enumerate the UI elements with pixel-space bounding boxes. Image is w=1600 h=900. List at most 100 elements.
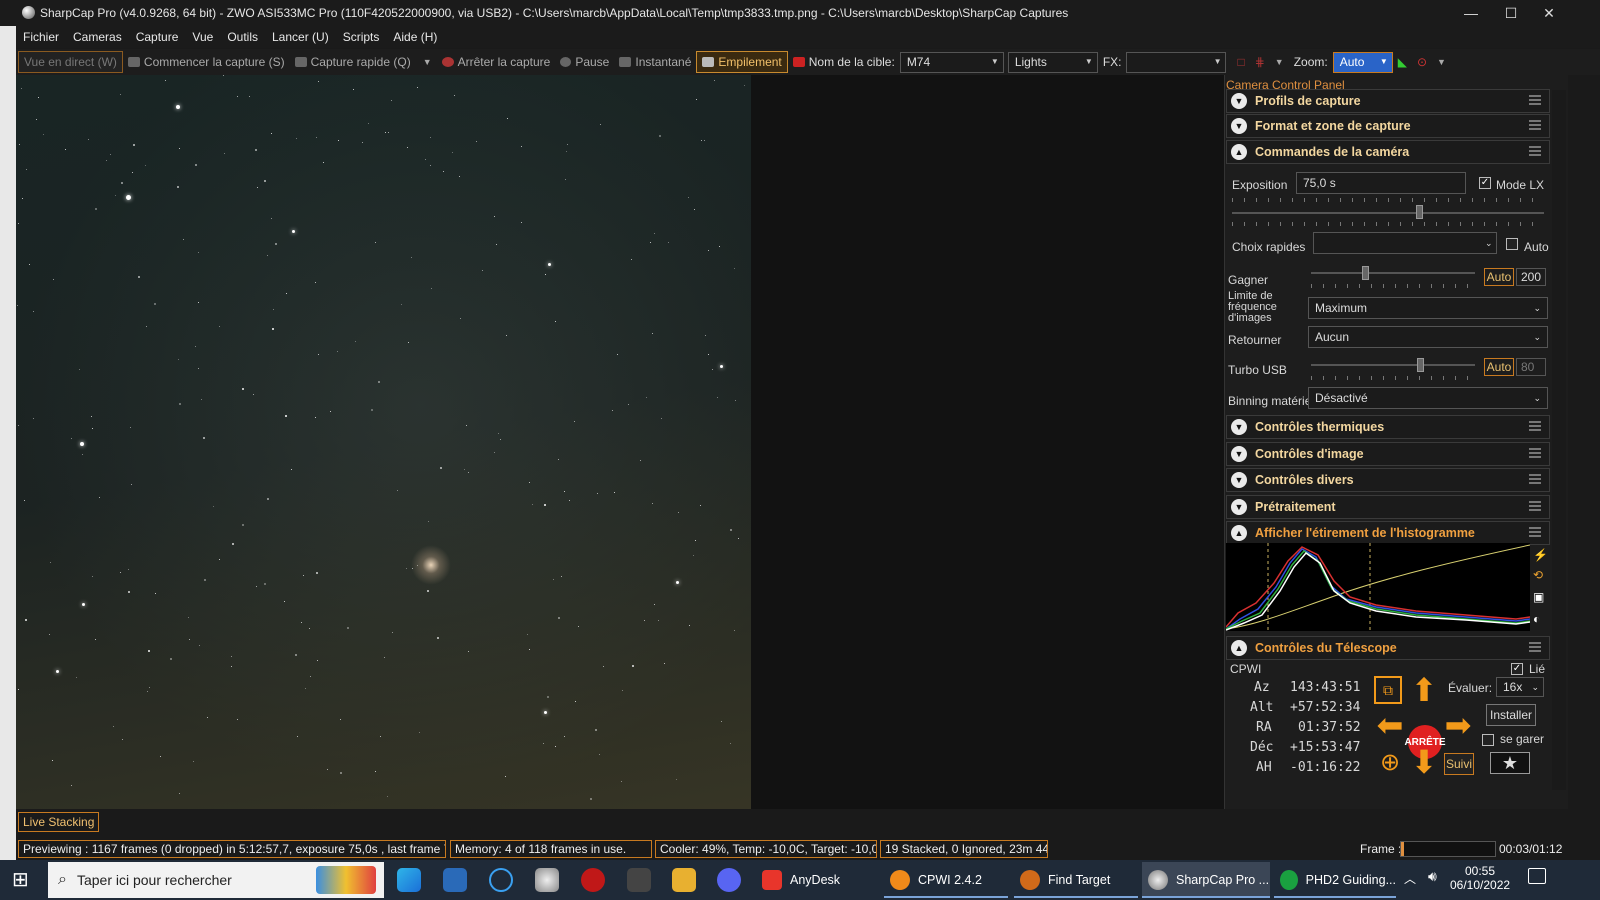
menu-icon[interactable] bbox=[1529, 421, 1541, 431]
star-app-icon[interactable] bbox=[627, 868, 651, 892]
discord-icon[interactable] bbox=[717, 868, 741, 892]
maximize-button[interactable]: ☐ bbox=[1492, 0, 1530, 26]
section-capture-format[interactable]: ▼ Format et zone de capture bbox=[1226, 114, 1550, 138]
stop-capture-button[interactable]: Arrêter la capture bbox=[437, 51, 556, 73]
notification-icon[interactable] bbox=[1528, 868, 1546, 884]
magnifier-icon[interactable]: ⊙ bbox=[1412, 51, 1432, 73]
exposure-slider-thumb[interactable] bbox=[1416, 205, 1423, 219]
menu-cameras[interactable]: Cameras bbox=[66, 30, 129, 44]
usb-turbo-auto-button[interactable]: Auto bbox=[1484, 358, 1514, 376]
start-capture-button[interactable]: Commencer la capture (S) bbox=[123, 51, 290, 73]
gain-auto-button[interactable]: Auto bbox=[1484, 268, 1514, 286]
menu-lancer[interactable]: Lancer (U) bbox=[265, 30, 336, 44]
gain-slider-thumb[interactable] bbox=[1362, 266, 1369, 280]
menu-icon[interactable] bbox=[1529, 146, 1541, 156]
section-preprocessing[interactable]: ▼ Prétraitement bbox=[1226, 495, 1550, 519]
taskbar-clock[interactable]: 00:55 06/10/2022 bbox=[1450, 864, 1510, 892]
panel-scrollbar[interactable] bbox=[1552, 90, 1566, 790]
menu-icon[interactable] bbox=[1529, 527, 1541, 537]
menu-outils[interactable]: Outils bbox=[220, 30, 265, 44]
section-thermal-controls[interactable]: ▼ Contrôles thermiques bbox=[1226, 415, 1550, 439]
gain-value-input[interactable]: 200 bbox=[1516, 268, 1546, 286]
pause-button[interactable]: Pause bbox=[555, 51, 614, 73]
frame-type-dropdown[interactable]: Lights ▼ bbox=[1007, 51, 1098, 73]
section-capture-profiles[interactable]: ▼ Profils de capture bbox=[1226, 89, 1550, 113]
frame-rate-dropdown[interactable]: Maximum ⌄ bbox=[1308, 297, 1548, 319]
section-misc-controls[interactable]: ▼ Contrôles divers bbox=[1226, 468, 1550, 492]
menu-fichier[interactable]: Fichier bbox=[16, 30, 66, 44]
chevron-up-icon[interactable]: ︿ bbox=[1404, 870, 1416, 887]
red-app-icon[interactable] bbox=[581, 868, 605, 892]
arrow-left-icon[interactable]: ⬅ bbox=[1374, 707, 1406, 743]
usb-turbo-slider-thumb[interactable] bbox=[1417, 358, 1424, 372]
star-icon[interactable]: ★ bbox=[1490, 752, 1530, 774]
taskbar-phd2[interactable]: PHD2 Guiding... bbox=[1274, 862, 1396, 898]
linked-checkbox[interactable]: ✓ bbox=[1511, 663, 1523, 675]
live-stacking-tab[interactable]: Live Stacking bbox=[18, 812, 100, 832]
menu-aide[interactable]: Aide (H) bbox=[386, 30, 444, 44]
taskbar-anydesk[interactable]: AnyDesk bbox=[756, 862, 874, 898]
reset-icon[interactable]: ⟲ bbox=[1533, 568, 1543, 582]
rate-dropdown[interactable]: 16x ⌄ bbox=[1496, 677, 1544, 697]
taskbar-cpwi[interactable]: CPWI 2.4.2 bbox=[884, 862, 1008, 898]
menu-icon[interactable] bbox=[1529, 474, 1541, 484]
target-name-dropdown[interactable]: M74 ▼ bbox=[899, 51, 1004, 73]
quick-choice-dropdown[interactable] bbox=[1313, 232, 1497, 254]
pinned-app-icon[interactable] bbox=[443, 868, 467, 892]
usb-turbo-slider[interactable] bbox=[1311, 364, 1475, 366]
edge-browser-icon[interactable] bbox=[397, 868, 421, 892]
save-icon[interactable]: ▣ bbox=[1533, 590, 1544, 604]
park-checkbox[interactable] bbox=[1482, 734, 1494, 746]
zoom-dropdown[interactable]: Auto ▼ bbox=[1332, 51, 1393, 73]
minimize-button[interactable]: — bbox=[1452, 0, 1490, 26]
section-image-controls[interactable]: ▼ Contrôles d'image bbox=[1226, 442, 1550, 466]
arrow-down-icon[interactable]: ⬇ bbox=[1408, 744, 1440, 780]
section-histogram-stretch[interactable]: ▲ Afficher l'étirement de l'histogramme bbox=[1226, 521, 1550, 545]
taskbar-sharpcap[interactable]: SharpCap Pro ... bbox=[1142, 862, 1270, 898]
grid-icon[interactable]: ⋕ bbox=[1250, 51, 1270, 73]
chevron-down-icon[interactable]: ▼ bbox=[1270, 51, 1289, 73]
binning-dropdown[interactable]: Désactivé ⌄ bbox=[1308, 387, 1548, 409]
exposure-input[interactable]: 75,0 s bbox=[1296, 172, 1466, 194]
menu-icon[interactable] bbox=[1529, 501, 1541, 511]
section-camera-controls[interactable]: ▲ Commandes de la caméra bbox=[1226, 140, 1550, 164]
snapshot-button[interactable]: Instantané bbox=[614, 51, 696, 73]
quick-choice-auto-checkbox[interactable] bbox=[1506, 238, 1518, 250]
volume-icon[interactable]: 🔊︎ bbox=[1428, 868, 1437, 885]
contrast-icon[interactable]: ◐ bbox=[1533, 612, 1540, 626]
chevron-down-icon[interactable]: ▼ bbox=[1432, 51, 1451, 73]
gain-slider[interactable] bbox=[1311, 272, 1475, 274]
flip-dropdown[interactable]: Aucun ⌄ bbox=[1308, 326, 1548, 348]
taskbar-search-box[interactable]: ⌕ Taper ici pour rechercher bbox=[48, 862, 384, 898]
arrow-up-icon[interactable]: ⬆ bbox=[1408, 672, 1440, 708]
windows-start-icon[interactable]: ⊞ bbox=[12, 870, 32, 890]
file-explorer-icon[interactable] bbox=[672, 868, 696, 892]
crosshair-icon[interactable]: ⊕ bbox=[1374, 746, 1406, 778]
menu-icon[interactable] bbox=[1529, 448, 1541, 458]
exposure-slider[interactable] bbox=[1232, 212, 1544, 214]
histogram-display[interactable] bbox=[1225, 543, 1531, 631]
menu-scripts[interactable]: Scripts bbox=[336, 30, 387, 44]
menu-capture[interactable]: Capture bbox=[129, 30, 186, 44]
c-app-icon[interactable] bbox=[489, 868, 513, 892]
star-field-image[interactable] bbox=[16, 75, 751, 809]
frame-progress-bar[interactable] bbox=[1400, 841, 1496, 857]
menu-icon[interactable] bbox=[1529, 95, 1541, 105]
close-button[interactable]: ✕ bbox=[1530, 0, 1568, 26]
usb-turbo-value-input[interactable]: 80 bbox=[1516, 358, 1546, 376]
fx-dropdown[interactable]: ▼ bbox=[1126, 51, 1227, 73]
chevron-down-icon[interactable]: ▼ bbox=[423, 57, 432, 67]
planetarium-app-icon[interactable] bbox=[535, 868, 559, 892]
histogram-icon[interactable]: ◣ bbox=[1393, 51, 1412, 73]
tracking-button[interactable]: Suivi bbox=[1444, 753, 1474, 775]
stacking-button[interactable]: Empilement bbox=[696, 51, 788, 73]
arrow-right-icon[interactable]: ➡ bbox=[1442, 707, 1474, 743]
sync-icon[interactable]: ⧉ bbox=[1374, 676, 1402, 704]
install-button[interactable]: Installer bbox=[1486, 704, 1536, 726]
red-square-icon[interactable]: □ bbox=[1232, 51, 1249, 73]
menu-icon[interactable] bbox=[1529, 642, 1541, 652]
taskbar-find-target[interactable]: Find Target bbox=[1014, 862, 1138, 898]
lightning-icon[interactable]: ⚡ bbox=[1533, 548, 1548, 562]
menu-icon[interactable] bbox=[1529, 120, 1541, 130]
quick-capture-button[interactable]: Capture rapide (Q) ▼ bbox=[290, 51, 437, 73]
